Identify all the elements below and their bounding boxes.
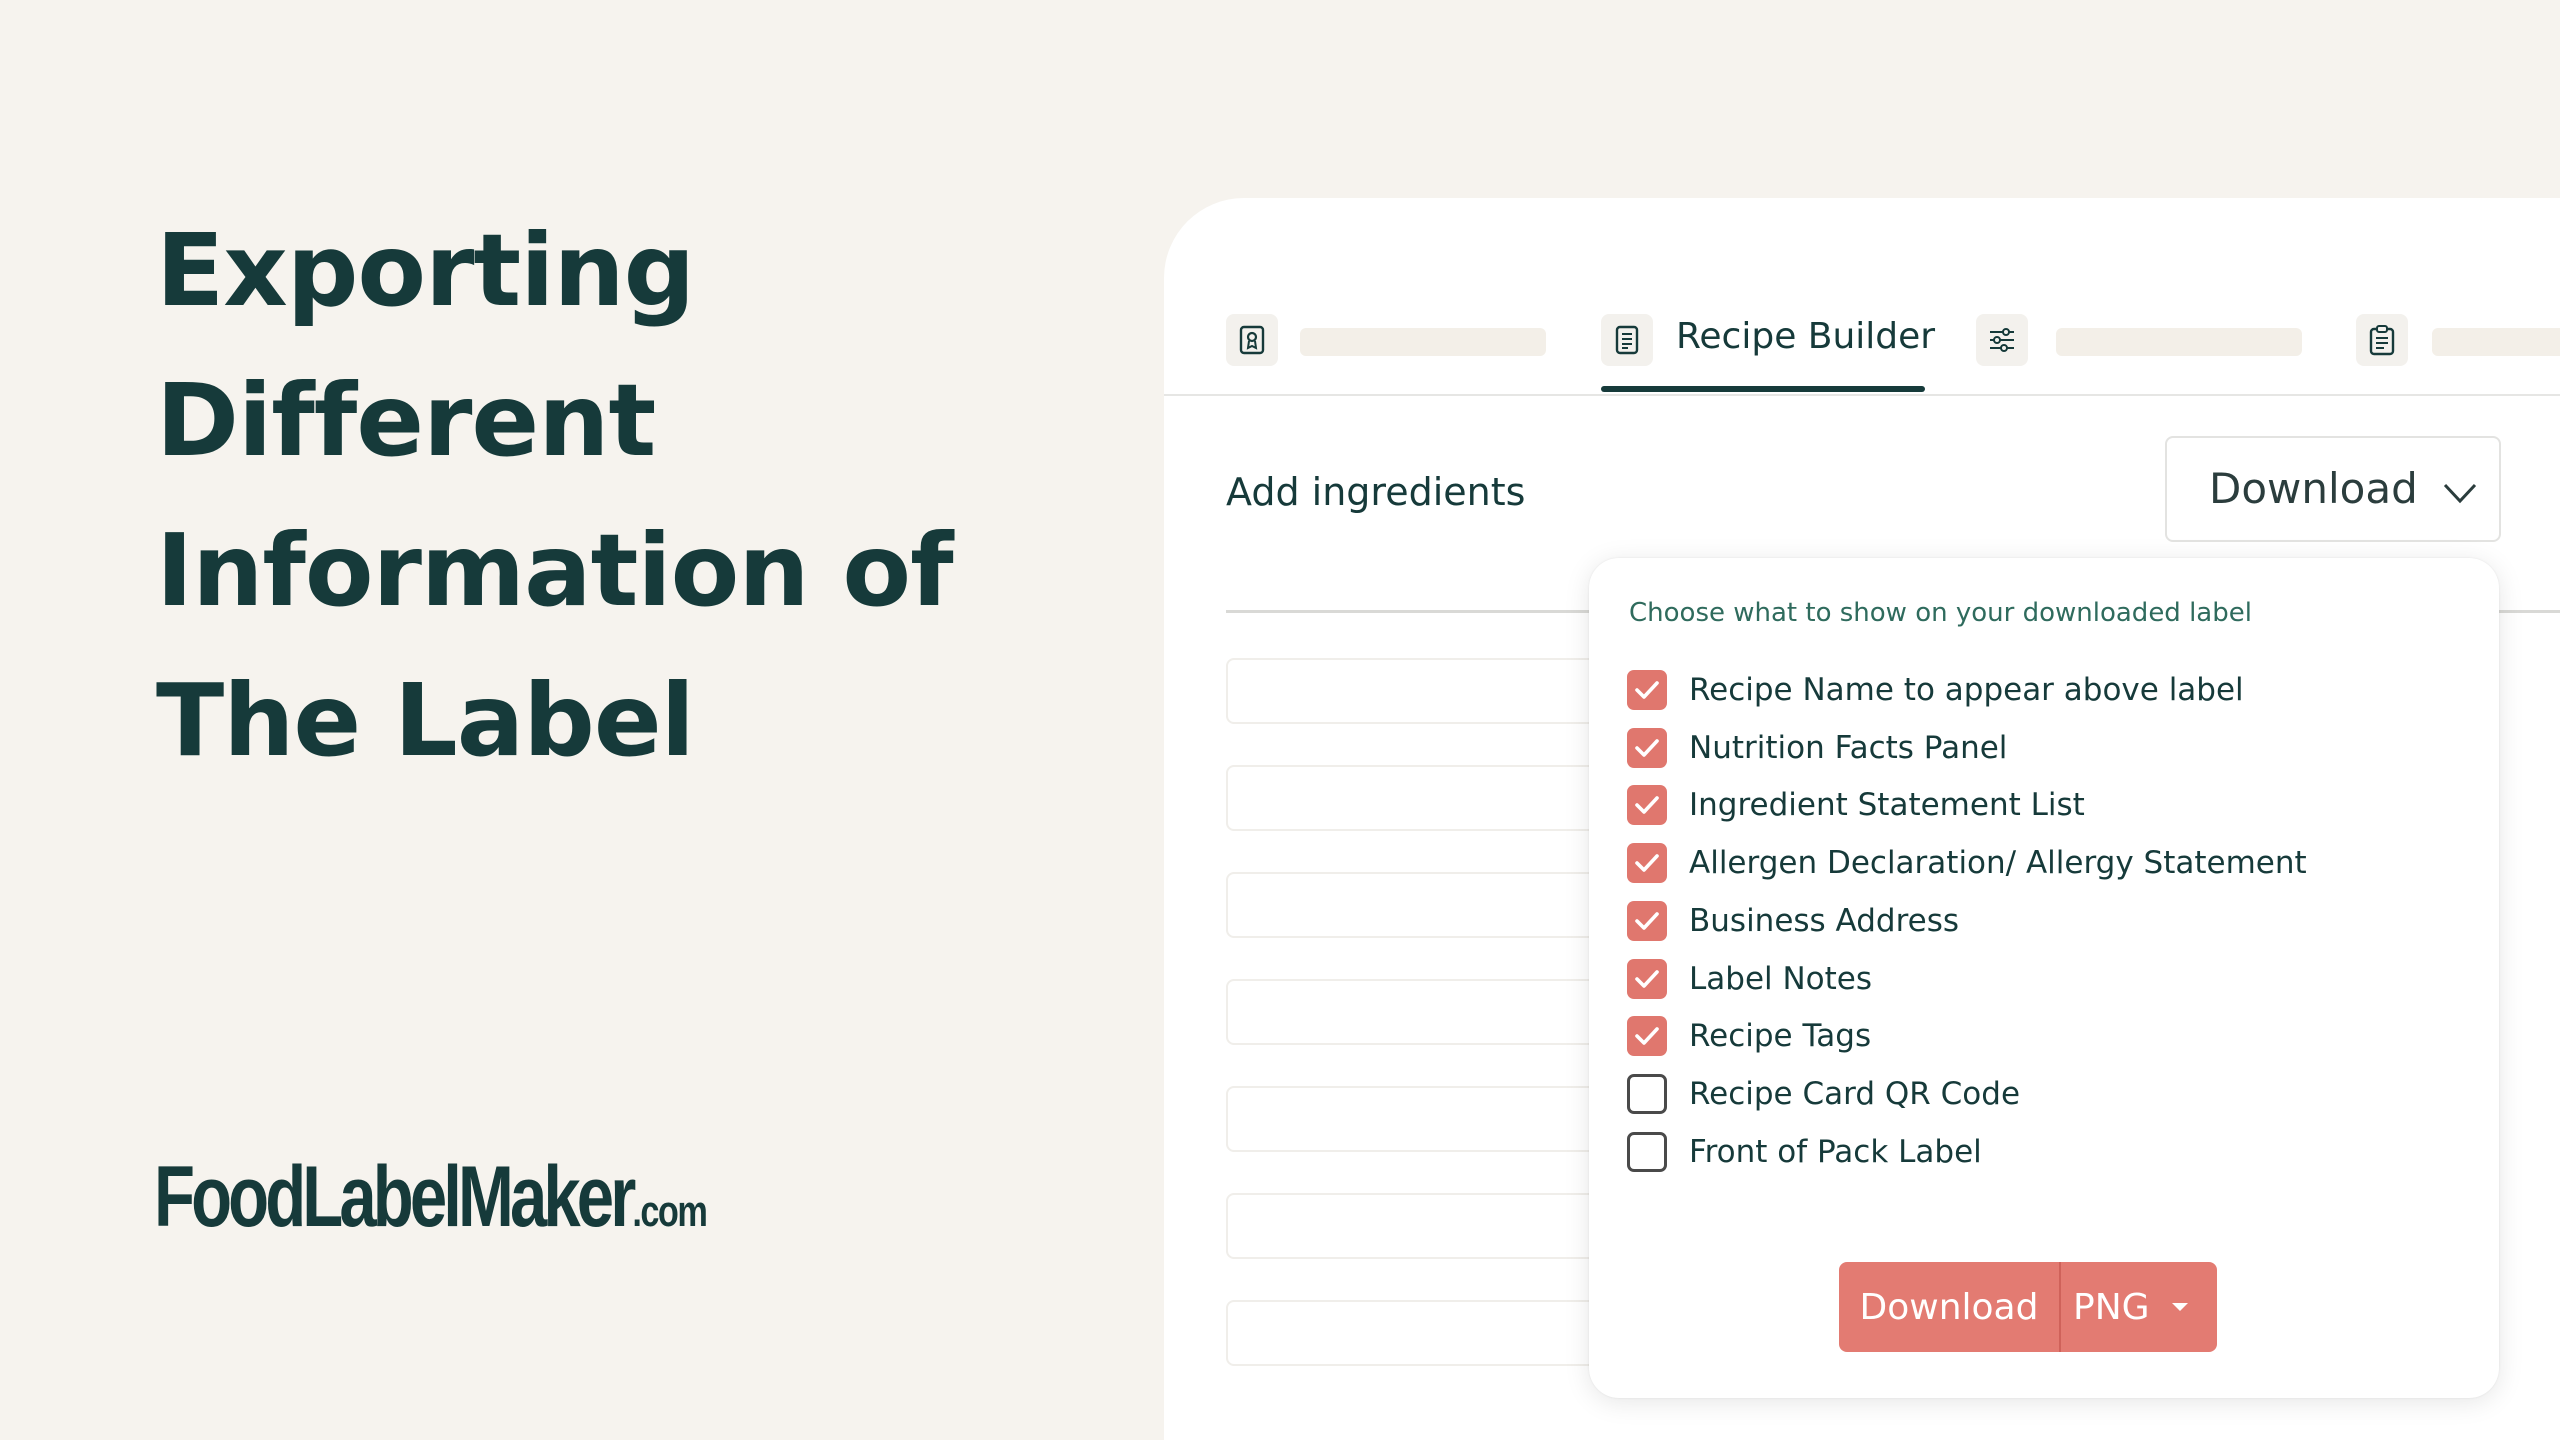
tab-label-placeholder-4 <box>2432 328 2560 356</box>
format-select[interactable]: PNG <box>2061 1262 2217 1352</box>
checkmark-icon <box>1635 911 1659 930</box>
option-label: Recipe Name to appear above label <box>1689 672 2244 708</box>
sliders-icon <box>1990 328 2014 352</box>
brand-logo: FoodLabelMaker.com <box>154 1148 708 1247</box>
tab-settings[interactable] <box>1976 314 2028 366</box>
option-label: Label Notes <box>1689 960 1873 997</box>
hero-title-line-2: Different <box>156 362 656 479</box>
checkmark-icon <box>1635 796 1659 815</box>
option-row[interactable]: Recipe Tags <box>1627 1014 1871 1058</box>
tab-clipboard[interactable] <box>2356 314 2408 366</box>
hero-title: Exporting Different Information of The L… <box>156 196 1056 796</box>
option-label: Recipe Card QR Code <box>1689 1075 2021 1112</box>
checkbox-checked[interactable] <box>1627 843 1667 884</box>
option-row[interactable]: Allergen Declaration/ Allergy Statement <box>1627 841 2307 885</box>
checkbox-checked[interactable] <box>1627 900 1667 941</box>
option-row[interactable]: Nutrition Facts Panel <box>1627 726 2007 770</box>
checkmark-icon <box>1635 681 1659 699</box>
checkbox-checked[interactable] <box>1627 785 1667 826</box>
format-label: PNG <box>2073 1286 2150 1328</box>
checkmark-icon <box>1635 854 1659 872</box>
tab-recipe-builder[interactable]: Recipe Builder <box>1676 316 1935 357</box>
ingredient-input-placeholder[interactable] <box>1226 979 1646 1045</box>
badge-icon <box>1239 325 1265 355</box>
checkmark-icon <box>1635 969 1659 988</box>
option-row[interactable]: Label Notes <box>1627 957 1872 1001</box>
document-icon <box>1615 325 1639 355</box>
tab-recipe-builder-icon-box[interactable] <box>1601 314 1653 366</box>
option-label: Ingredient Statement List <box>1689 787 2085 824</box>
download-dropdown-label: Download <box>2209 464 2418 513</box>
brand-logo-suffix: .com <box>632 1187 707 1236</box>
active-tab-indicator <box>1601 386 1925 392</box>
option-row[interactable]: Ingredient Statement List <box>1627 783 2085 827</box>
ingredient-input-placeholder[interactable] <box>1226 872 1646 938</box>
ingredient-input-placeholder[interactable] <box>1226 1193 1646 1259</box>
ingredient-input-placeholder[interactable] <box>1226 1086 1646 1152</box>
ingredient-input-placeholder[interactable] <box>1226 1300 1646 1366</box>
hero-title-line-1: Exporting <box>156 212 695 329</box>
download-png-button[interactable]: Download PNG <box>1839 1262 2217 1352</box>
tab-label-placeholder-1 <box>1300 328 1546 356</box>
option-label: Nutrition Facts Panel <box>1689 729 2008 766</box>
option-row[interactable]: Business Address <box>1627 899 1959 943</box>
checkbox-checked[interactable] <box>1627 1016 1667 1057</box>
caret-down-icon <box>2171 1303 2188 1311</box>
tab-label-placeholder-3 <box>2056 328 2302 356</box>
brand-logo-main: FoodLabelMaker <box>154 1149 636 1245</box>
option-label: Recipe Tags <box>1689 1018 1872 1055</box>
checkbox-unchecked[interactable] <box>1627 1131 1667 1172</box>
checkmark-icon <box>1635 738 1659 757</box>
option-label: Front of Pack Label <box>1689 1133 1982 1170</box>
download-options-menu: Choose what to show on your downloaded l… <box>1589 558 2499 1398</box>
options-heading: Choose what to show on your downloaded l… <box>1629 598 2252 628</box>
ingredient-input-placeholder[interactable] <box>1226 765 1646 831</box>
hero-title-line-4: The Label <box>156 662 695 779</box>
checkmark-icon <box>1635 1027 1659 1045</box>
hero-title-line-3: Information of <box>156 512 954 629</box>
section-title: Add ingredients <box>1226 470 1526 514</box>
checkbox-checked[interactable] <box>1627 670 1667 710</box>
download-dropdown[interactable]: Download <box>2165 436 2501 542</box>
checkbox-checked[interactable] <box>1627 727 1667 768</box>
ingredient-input-placeholder[interactable] <box>1226 658 1646 724</box>
checkbox-unchecked[interactable] <box>1627 1073 1667 1114</box>
chevron-down-icon <box>2443 483 2477 504</box>
option-row[interactable]: Recipe Name to appear above label <box>1627 668 2244 712</box>
download-button-label[interactable]: Download <box>1839 1262 2061 1352</box>
clipboard-icon <box>2369 325 2395 356</box>
option-label: Allergen Declaration/ Allergy Statement <box>1689 845 2307 882</box>
checkbox-checked[interactable] <box>1627 958 1667 999</box>
tab-badge[interactable] <box>1226 314 1278 366</box>
option-row[interactable]: Front of Pack Label <box>1627 1130 1982 1174</box>
option-label: Business Address <box>1689 902 1960 939</box>
option-row[interactable]: Recipe Card QR Code <box>1627 1072 2020 1116</box>
tab-bar: Recipe Builder <box>1164 198 2560 396</box>
